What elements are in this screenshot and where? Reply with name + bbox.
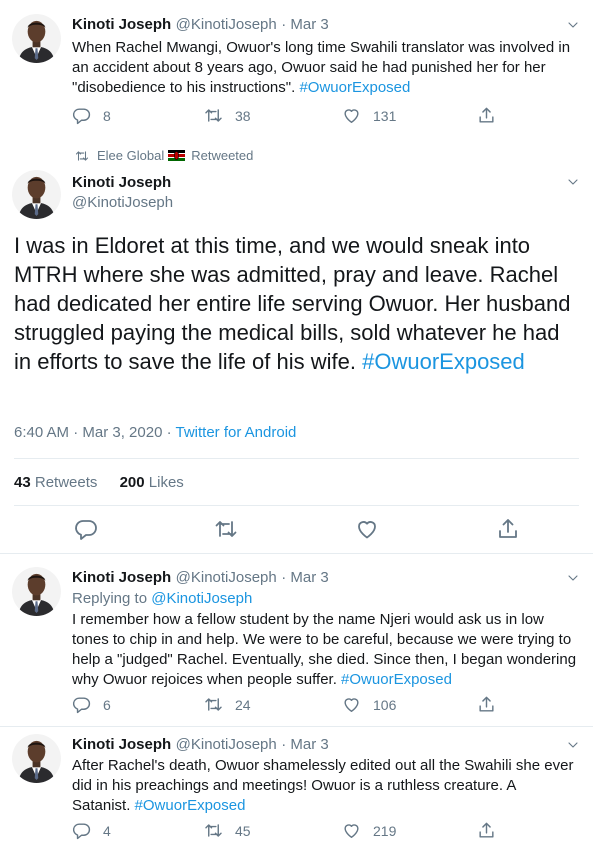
divider xyxy=(14,458,579,459)
avatar-image xyxy=(12,734,61,783)
like-button[interactable]: 131 xyxy=(342,106,396,125)
retweet-icon xyxy=(204,821,223,840)
avatar-image xyxy=(12,567,61,616)
retweet-button[interactable]: 45 xyxy=(204,821,251,840)
share-button[interactable] xyxy=(477,821,508,840)
tweet-text: I was in Eldoret at this time, and we wo… xyxy=(14,233,571,374)
tweet-date[interactable]: Mar 3 xyxy=(290,569,328,586)
author-name[interactable]: Kinoti Joseph xyxy=(72,16,171,33)
like-stat-label: Likes xyxy=(148,474,184,491)
hashtag-link[interactable]: #OwuorExposed xyxy=(135,797,246,814)
avatar-image xyxy=(12,170,61,219)
tweet-stats: 43 Retweets 200 Likes xyxy=(14,474,184,491)
author-name[interactable]: Kinoti Joseph xyxy=(72,174,171,191)
chevron-down-icon[interactable] xyxy=(567,739,579,751)
like-stat-count: 200 xyxy=(119,474,145,491)
author-handle[interactable]: @KinotiJoseph xyxy=(176,16,277,33)
tweet-source[interactable]: Twitter for Android xyxy=(175,424,296,441)
avatar-image xyxy=(12,14,61,63)
share-icon[interactable] xyxy=(496,517,520,541)
like-icon[interactable] xyxy=(355,517,379,541)
hashtag-link[interactable]: #OwuorExposed xyxy=(341,671,452,688)
like-button[interactable]: 219 xyxy=(342,821,396,840)
reply-button[interactable]: 8 xyxy=(72,106,111,125)
share-icon xyxy=(477,695,496,714)
avatar[interactable] xyxy=(12,567,61,616)
like-button[interactable]: 106 xyxy=(342,695,396,714)
author-name[interactable]: Kinoti Joseph xyxy=(72,569,171,586)
retweet-count: 45 xyxy=(235,822,251,839)
reply-icon xyxy=(72,821,91,840)
retweet-icon xyxy=(75,149,89,163)
share-icon xyxy=(477,821,496,840)
chevron-down-icon[interactable] xyxy=(567,176,579,188)
retweet-count: 38 xyxy=(235,107,251,124)
avatar[interactable] xyxy=(12,170,61,219)
retweet-stat-label: Retweets xyxy=(34,474,98,491)
hashtag-link[interactable]: #OwuorExposed xyxy=(362,349,525,374)
kenya-flag-icon xyxy=(168,150,186,161)
like-icon xyxy=(342,695,361,714)
like-icon xyxy=(342,106,361,125)
tweet-date[interactable]: Mar 3 xyxy=(290,16,328,33)
tweet-actions: 4 45 219 xyxy=(72,821,512,841)
retweeted-label: Retweeted xyxy=(191,148,254,163)
author-handle[interactable]: @KinotiJoseph xyxy=(176,736,277,753)
retweet-count: 24 xyxy=(235,696,251,713)
author-name[interactable]: Kinoti Joseph xyxy=(72,736,171,753)
retweet-button[interactable]: 24 xyxy=(204,695,251,714)
replying-label: Replying to xyxy=(72,590,148,607)
reply-icon[interactable] xyxy=(74,517,98,541)
divider xyxy=(14,505,579,506)
author-handle[interactable]: @KinotiJoseph xyxy=(72,194,173,211)
reply-count: 6 xyxy=(103,696,111,713)
tweet-actions: 8 38 131 xyxy=(72,106,512,126)
tweet-date[interactable]: Mar 3 xyxy=(290,736,328,753)
avatar[interactable] xyxy=(12,14,61,63)
chevron-down-icon[interactable] xyxy=(567,19,579,31)
reply-icon xyxy=(72,106,91,125)
retweet-icon xyxy=(204,695,223,714)
reply-button[interactable]: 6 xyxy=(72,695,111,714)
share-button[interactable] xyxy=(477,695,508,714)
tweet-text: I remember how a fellow student by the n… xyxy=(72,611,577,688)
like-icon xyxy=(342,821,361,840)
divider xyxy=(0,726,593,727)
retweet-stat-count: 43 xyxy=(14,474,31,491)
retweeted-by[interactable]: Elee Global xyxy=(97,148,164,163)
reply-count: 4 xyxy=(103,822,111,839)
retweet-context: Elee Global Retweeted xyxy=(75,148,253,163)
replying-to: Replying to @KinotiJoseph xyxy=(72,590,252,607)
like-count: 219 xyxy=(373,822,397,839)
like-count: 131 xyxy=(373,107,397,124)
tweet-time[interactable]: 6:40 AM · Mar 3, 2020 · xyxy=(14,424,175,441)
share-icon xyxy=(477,106,496,125)
reply-button[interactable]: 4 xyxy=(72,821,111,840)
retweet-button[interactable]: 38 xyxy=(204,106,251,125)
author-handle[interactable]: @KinotiJoseph xyxy=(176,569,277,586)
tweet-actions: 6 24 106 xyxy=(72,695,512,715)
retweet-stat[interactable]: 43 Retweets xyxy=(14,474,97,491)
avatar[interactable] xyxy=(12,734,61,783)
hashtag-link[interactable]: #OwuorExposed xyxy=(299,79,410,96)
retweet-icon[interactable] xyxy=(214,517,238,541)
reply-count: 8 xyxy=(103,107,111,124)
like-count: 106 xyxy=(373,696,397,713)
retweet-icon xyxy=(204,106,223,125)
replying-to-link[interactable]: @KinotiJoseph xyxy=(151,590,252,607)
share-button[interactable] xyxy=(477,106,508,125)
like-stat[interactable]: 200 Likes xyxy=(120,474,184,491)
reply-icon xyxy=(72,695,91,714)
chevron-down-icon[interactable] xyxy=(567,572,579,584)
tweet-text: When Rachel Mwangi, Owuor's long time Sw… xyxy=(72,39,571,96)
tweet-timestamp: 6:40 AM · Mar 3, 2020 · Twitter for Andr… xyxy=(14,424,296,441)
tweet-text: After Rachel's death, Owuor shamelessly … xyxy=(72,757,574,814)
divider xyxy=(0,553,593,554)
